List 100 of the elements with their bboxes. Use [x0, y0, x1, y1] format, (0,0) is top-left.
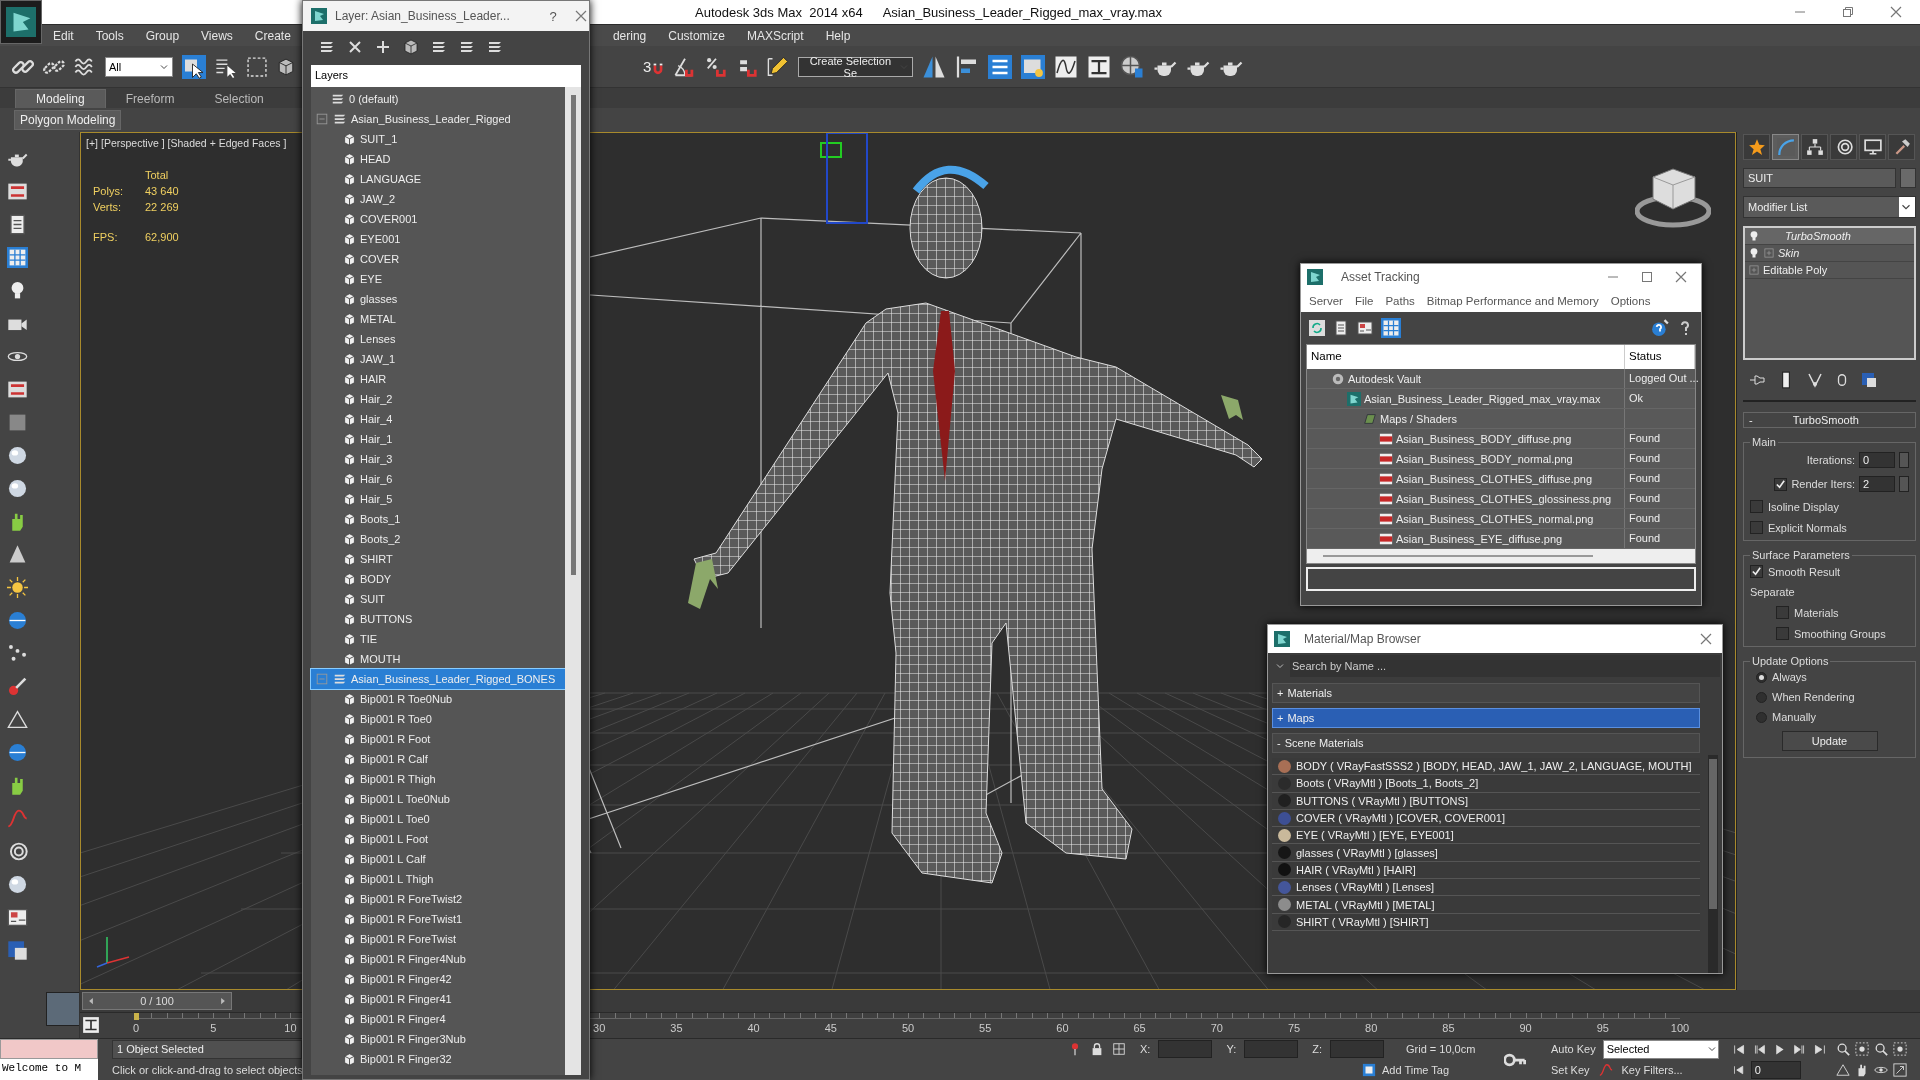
coordinate-field[interactable]: [1330, 1040, 1384, 1059]
color-swatch[interactable]: [1900, 168, 1916, 188]
rollout-header[interactable]: - TurboSmooth: [1743, 412, 1916, 428]
path-field[interactable]: [1306, 567, 1696, 591]
restore-icon[interactable]: [1840, 4, 1856, 20]
object-row[interactable]: SUIT_1: [311, 129, 565, 149]
key-mode-icon[interactable]: [1732, 1063, 1745, 1076]
object-row[interactable]: TIE: [311, 629, 565, 649]
list-view-icon[interactable]: [1333, 320, 1349, 336]
material-row[interactable]: EYE ( VRayMtl ) [EYE, EYE001]: [1272, 827, 1700, 845]
selection-region-icon[interactable]: [246, 55, 268, 78]
object-row[interactable]: Bip001 L Toe0: [311, 809, 565, 829]
viewport-label[interactable]: [Shaded + Edged Faces ]: [167, 137, 287, 149]
menu-item[interactable]: MAXScript: [735, 28, 815, 43]
panel-tab[interactable]: [1859, 134, 1886, 160]
app-logo-icon[interactable]: [6, 7, 36, 37]
asset-row[interactable]: Asian_Business_BODY_normal.png Found: [1307, 449, 1695, 469]
menu-item[interactable]: Help: [814, 28, 862, 43]
previous-frame-icon[interactable]: [1752, 1042, 1766, 1056]
document-icon[interactable]: [7, 214, 28, 235]
object-row[interactable]: MOUTH: [311, 649, 565, 669]
menu-item[interactable]: Server: [1309, 295, 1343, 307]
checkbox[interactable]: [1776, 606, 1789, 619]
panel-tab[interactable]: [1830, 134, 1857, 160]
object-row[interactable]: Bip001 R Finger4Nub: [311, 949, 565, 969]
key-mode-dropdown[interactable]: Selected: [1602, 1039, 1719, 1059]
group-header[interactable]: + Maps: [1272, 708, 1700, 728]
group-header[interactable]: + Materials: [1272, 683, 1700, 703]
ball-icon[interactable]: [7, 610, 28, 631]
make-unique-icon[interactable]: [1807, 372, 1823, 388]
pin-stack-icon[interactable]: [1749, 372, 1765, 388]
auto-key-button[interactable]: Auto Key: [1548, 1043, 1599, 1056]
object-row[interactable]: glasses: [311, 289, 565, 309]
close-icon[interactable]: [573, 8, 589, 24]
object-row[interactable]: Hair_6: [311, 469, 565, 489]
selection-filter-dropdown[interactable]: All: [105, 56, 173, 77]
radio-button[interactable]: [1756, 691, 1767, 703]
material-row[interactable]: glasses ( VRayMtl ) [glasses]: [1272, 844, 1700, 862]
checkbox[interactable]: [1750, 521, 1763, 534]
named-selection-dropdown[interactable]: Create Selection Se: [798, 56, 914, 77]
film-icon[interactable]: [7, 379, 28, 400]
dots-icon[interactable]: [7, 643, 28, 664]
box-icon[interactable]: [7, 412, 28, 433]
object-row[interactable]: Bip001 L Thigh: [311, 869, 565, 889]
menu-item[interactable]: Options: [1610, 295, 1651, 307]
object-row[interactable]: EYE001: [311, 229, 565, 249]
close-icon[interactable]: [1698, 631, 1714, 647]
object-row[interactable]: SUIT: [311, 589, 565, 609]
stack-item[interactable]: Editable Poly: [1745, 262, 1914, 279]
maximize-viewport-icon[interactable]: [1892, 1062, 1907, 1077]
layer-row[interactable]: Asian_Business_Leader_Rigged_BONES: [311, 669, 565, 689]
checkbox[interactable]: [1750, 500, 1763, 513]
menu-item[interactable]: Bitmap Performance and Memory: [1426, 295, 1599, 307]
pipe-icon[interactable]: [7, 676, 28, 697]
zoom-extents-all-icon[interactable]: [1892, 1042, 1907, 1057]
object-row[interactable]: Hair_3: [311, 449, 565, 469]
menu-item[interactable]: dering: [601, 28, 658, 43]
close-icon[interactable]: [1673, 269, 1689, 285]
object-row[interactable]: COVER: [311, 249, 565, 269]
current-frame-field[interactable]: 0: [1750, 1060, 1801, 1079]
selection-lock-icon[interactable]: [1090, 1042, 1104, 1057]
checkbox[interactable]: [1774, 477, 1788, 491]
stack-item[interactable]: Skin: [1745, 245, 1914, 262]
object-row[interactable]: Bip001 R ForeTwist: [311, 929, 565, 949]
object-row[interactable]: Bip001 L Foot: [311, 829, 565, 849]
render-iters-field[interactable]: 2: [1859, 476, 1895, 492]
cone-icon[interactable]: [7, 544, 28, 565]
edit-named-selection-icon[interactable]: [767, 55, 790, 78]
layer-row[interactable]: 0 (default): [311, 89, 565, 109]
menu-item[interactable]: Tools: [84, 28, 135, 43]
delete-icon[interactable]: [347, 39, 363, 55]
listener-field[interactable]: [0, 1039, 98, 1060]
maximize-icon[interactable]: [1639, 269, 1655, 285]
object-row[interactable]: COVER001: [311, 209, 565, 229]
zoom-all-icon[interactable]: [1854, 1042, 1869, 1057]
object-row[interactable]: BODY: [311, 569, 565, 589]
asset-row[interactable]: Asian_Business_CLOTHES_glossiness.png Found: [1307, 489, 1695, 509]
sphere-icon[interactable]: [7, 478, 28, 499]
coordinate-field[interactable]: [1244, 1040, 1299, 1059]
object-row[interactable]: Hair_2: [311, 389, 565, 409]
ribbon-tab[interactable]: Freeform: [105, 89, 195, 108]
mirror-icon[interactable]: [922, 54, 947, 79]
asset-row[interactable]: Asian_Business_BODY_diffuse.png Found: [1307, 429, 1695, 449]
object-row[interactable]: Bip001 R Finger41: [311, 989, 565, 1009]
asset-row[interactable]: Maps / Shaders: [1307, 409, 1695, 429]
menu-item[interactable]: Customize: [657, 28, 736, 43]
menu-item[interactable]: Paths: [1385, 295, 1415, 307]
object-row[interactable]: Bip001 R Toe0: [311, 709, 565, 729]
schematic-view-icon[interactable]: [1087, 54, 1112, 79]
add-time-tag[interactable]: Add Time Tag: [1382, 1063, 1450, 1076]
object-row[interactable]: METAL: [311, 309, 565, 329]
object-row[interactable]: Bip001 R Finger42: [311, 969, 565, 989]
grid-icon[interactable]: [7, 247, 28, 268]
thumbnail-view-icon[interactable]: [1357, 320, 1373, 336]
menu-item[interactable]: Edit: [42, 28, 85, 43]
checkbox[interactable]: [1776, 627, 1789, 640]
menu-item[interactable]: Views: [190, 28, 244, 43]
curve-editor-icon[interactable]: [1054, 54, 1079, 79]
object-row[interactable]: Bip001 R Toe0Nub: [311, 689, 565, 709]
close-icon[interactable]: [1888, 4, 1904, 20]
